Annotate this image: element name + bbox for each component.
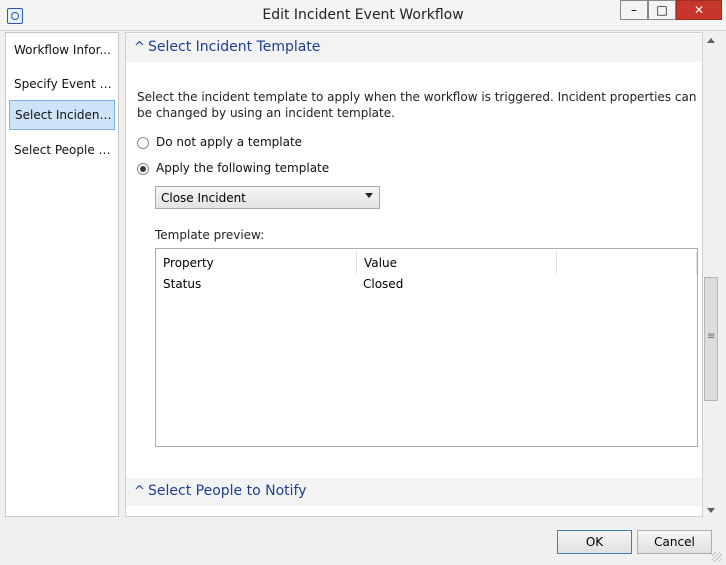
preview-cell-property: Status <box>163 277 202 291</box>
column-header-extra[interactable] <box>557 252 697 274</box>
radio-apply-template-label[interactable]: Apply the following template <box>156 161 329 175</box>
chevron-up-icon[interactable]: ^ <box>134 40 145 55</box>
scroll-thumb[interactable] <box>704 277 718 401</box>
ok-button[interactable]: OK <box>557 530 632 554</box>
preview-cell-value: Closed <box>363 277 404 291</box>
window-title: Edit Incident Event Workflow <box>262 7 464 23</box>
template-description: Select the incident template to apply wh… <box>137 90 697 120</box>
chevron-up-icon[interactable]: ^ <box>134 484 145 499</box>
section-title-notify: Select People to Notify <box>148 483 307 499</box>
title-bar: Edit Incident Event Workflow – □ ✕ <box>0 0 726 31</box>
content-scrollbar[interactable] <box>703 32 720 517</box>
template-dropdown[interactable]: Close Incident <box>155 186 380 209</box>
template-preview-label: Template preview: <box>155 228 265 242</box>
column-header-value[interactable]: Value <box>357 252 557 274</box>
radio-no-template-label[interactable]: Do not apply a template <box>156 135 302 149</box>
cancel-button[interactable]: Cancel <box>637 530 712 554</box>
section-header-template[interactable]: ^ Select Incident Template <box>126 34 702 62</box>
sidebar-item-specify-event-criteria[interactable]: Specify Event Cri... <box>9 69 115 99</box>
section-header-notify[interactable]: ^ Select People to Notify <box>126 478 702 506</box>
close-button[interactable]: ✕ <box>676 0 722 20</box>
template-dropdown-value: Close Incident <box>161 191 246 205</box>
section-title-template: Select Incident Template <box>148 39 321 55</box>
template-preview-grid[interactable]: Property Value Status Closed <box>155 248 698 447</box>
radio-apply-template[interactable] <box>137 163 149 175</box>
radio-no-template[interactable] <box>137 137 149 149</box>
sidebar-item-select-incident-template[interactable]: Select Incident T... <box>9 100 115 130</box>
maximize-button[interactable]: □ <box>648 0 676 20</box>
sidebar-item-workflow-information[interactable]: Workflow Infor... <box>9 35 115 65</box>
minimize-button[interactable]: – <box>620 0 648 20</box>
column-header-property[interactable]: Property <box>156 252 357 274</box>
dropdown-arrow-icon[interactable] <box>365 193 373 198</box>
scroll-down-icon[interactable] <box>707 508 715 513</box>
scroll-up-icon[interactable] <box>707 38 715 43</box>
wizard-sidebar: Workflow Infor... Specify Event Cri... S… <box>5 32 119 517</box>
sidebar-item-select-people-to-notify[interactable]: Select People to... <box>9 135 115 165</box>
resize-grip-icon[interactable] <box>712 552 722 562</box>
content-pane: ^ Select Incident Template Select the in… <box>125 32 703 517</box>
